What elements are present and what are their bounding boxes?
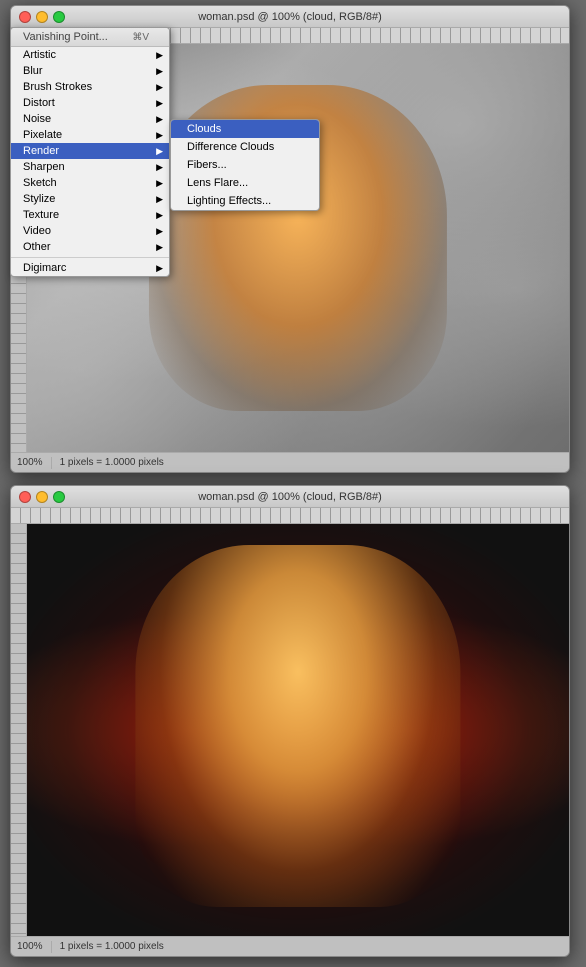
submenu-item-difference-clouds[interactable]: Difference Clouds: [171, 138, 319, 156]
zoom-level-bottom: 100%: [17, 941, 43, 952]
submenu-item-lens-flare[interactable]: Lens Flare...: [171, 174, 319, 192]
menu-item-noise[interactable]: Noise ▶: [11, 111, 169, 127]
difference-clouds-label: Difference Clouds: [187, 141, 274, 153]
bottom-ruler-content: [11, 508, 569, 523]
menu-item-video[interactable]: Video ▶: [11, 223, 169, 239]
brush-strokes-label: Brush Strokes: [23, 81, 92, 93]
bottom-close-button[interactable]: [19, 491, 31, 503]
vanishing-point-shortcut: ⌘V: [132, 32, 149, 43]
other-arrow: ▶: [156, 242, 163, 253]
video-arrow: ▶: [156, 226, 163, 237]
titlebar-buttons: [19, 11, 65, 23]
bottom-footer: 100% 1 pixels = 1.0000 pixels: [11, 936, 569, 956]
menu-item-digimarc[interactable]: Digimarc ▶: [11, 260, 169, 276]
zoom-level-top: 100%: [17, 457, 43, 468]
brush-strokes-arrow: ▶: [156, 82, 163, 93]
sketch-arrow: ▶: [156, 178, 163, 189]
bottom-maximize-button[interactable]: [53, 491, 65, 503]
minimize-button[interactable]: [36, 11, 48, 23]
noise-label: Noise: [23, 113, 51, 125]
vanishing-point-label: Vanishing Point...: [23, 31, 108, 43]
top-window-title: woman.psd @ 100% (cloud, RGB/8#): [198, 11, 382, 23]
fibers-label: Fibers...: [187, 159, 227, 171]
submenu-item-fibers[interactable]: Fibers...: [171, 156, 319, 174]
pixelate-label: Pixelate: [23, 129, 62, 141]
submenu-item-lighting-effects[interactable]: Lighting Effects...: [171, 192, 319, 210]
filter-menu: Vanishing Point... ⌘V Artistic ▶ Blur ▶ …: [10, 27, 170, 277]
sharpen-label: Sharpen: [23, 161, 65, 173]
vanishing-point-item[interactable]: Vanishing Point... ⌘V: [11, 28, 169, 47]
bottom-titlebar-buttons: [19, 491, 65, 503]
menu-item-stylize[interactable]: Stylize ▶: [11, 191, 169, 207]
pixels-info-top: 1 pixels = 1.0000 pixels: [60, 457, 164, 468]
digimarc-label: Digimarc: [23, 262, 66, 274]
texture-label: Texture: [23, 209, 59, 221]
menu-item-pixelate[interactable]: Pixelate ▶: [11, 127, 169, 143]
menu-separator: [11, 257, 169, 258]
pixelate-arrow: ▶: [156, 130, 163, 141]
menu-item-render[interactable]: Render ▶: [11, 143, 169, 159]
artistic-label: Artistic: [23, 49, 56, 61]
menu-item-brush-strokes[interactable]: Brush Strokes ▶: [11, 79, 169, 95]
bottom-minimize-button[interactable]: [36, 491, 48, 503]
render-label: Render: [23, 145, 59, 157]
main-dropdown: Vanishing Point... ⌘V Artistic ▶ Blur ▶ …: [10, 27, 170, 277]
top-footer: 100% 1 pixels = 1.0000 pixels: [11, 452, 569, 472]
top-titlebar: woman.psd @ 100% (cloud, RGB/8#): [11, 6, 569, 28]
menu-item-blur[interactable]: Blur ▶: [11, 63, 169, 79]
sketch-label: Sketch: [23, 177, 57, 189]
submenu-item-clouds[interactable]: Clouds: [171, 120, 319, 138]
texture-arrow: ▶: [156, 210, 163, 221]
noise-arrow: ▶: [156, 114, 163, 125]
pixels-info-bottom: 1 pixels = 1.0000 pixels: [60, 941, 164, 952]
render-submenu-panel: Clouds Difference Clouds Fibers... Lens …: [170, 119, 320, 211]
menu-item-distort[interactable]: Distort ▶: [11, 95, 169, 111]
distort-label: Distort: [23, 97, 55, 109]
menu-item-other[interactable]: Other ▶: [11, 239, 169, 255]
bottom-canvas-area: [27, 524, 569, 936]
distort-arrow: ▶: [156, 98, 163, 109]
lens-flare-label: Lens Flare...: [187, 177, 248, 189]
render-arrow: ▶: [156, 146, 163, 157]
clouds-label: Clouds: [187, 123, 221, 135]
sharpen-arrow: ▶: [156, 162, 163, 173]
menu-item-artistic[interactable]: Artistic ▶: [11, 47, 169, 63]
close-button[interactable]: [19, 11, 31, 23]
bottom-ruler-horizontal: [11, 508, 569, 524]
lighting-effects-label: Lighting Effects...: [187, 195, 271, 207]
bottom-ruler-vertical: [11, 524, 27, 936]
menu-item-sharpen[interactable]: Sharpen ▶: [11, 159, 169, 175]
artistic-arrow: ▶: [156, 50, 163, 61]
maximize-button[interactable]: [53, 11, 65, 23]
bottom-titlebar: woman.psd @ 100% (cloud, RGB/8#): [11, 486, 569, 508]
bottom-footer-separator: [51, 941, 52, 953]
blur-arrow: ▶: [156, 66, 163, 77]
bottom-window: woman.psd @ 100% (cloud, RGB/8#) 100% 1 …: [10, 485, 570, 957]
menu-item-sketch[interactable]: Sketch ▶: [11, 175, 169, 191]
render-submenu: Clouds Difference Clouds Fibers... Lens …: [170, 119, 320, 211]
menu-item-texture[interactable]: Texture ▶: [11, 207, 169, 223]
bottom-canvas: [27, 524, 569, 936]
bottom-window-title: woman.psd @ 100% (cloud, RGB/8#): [198, 491, 382, 503]
footer-separator: [51, 457, 52, 469]
figure-bottom: [135, 545, 460, 908]
digimarc-arrow: ▶: [156, 263, 163, 274]
stylize-label: Stylize: [23, 193, 55, 205]
other-label: Other: [23, 241, 51, 253]
blur-label: Blur: [23, 65, 43, 77]
stylize-arrow: ▶: [156, 194, 163, 205]
video-label: Video: [23, 225, 51, 237]
